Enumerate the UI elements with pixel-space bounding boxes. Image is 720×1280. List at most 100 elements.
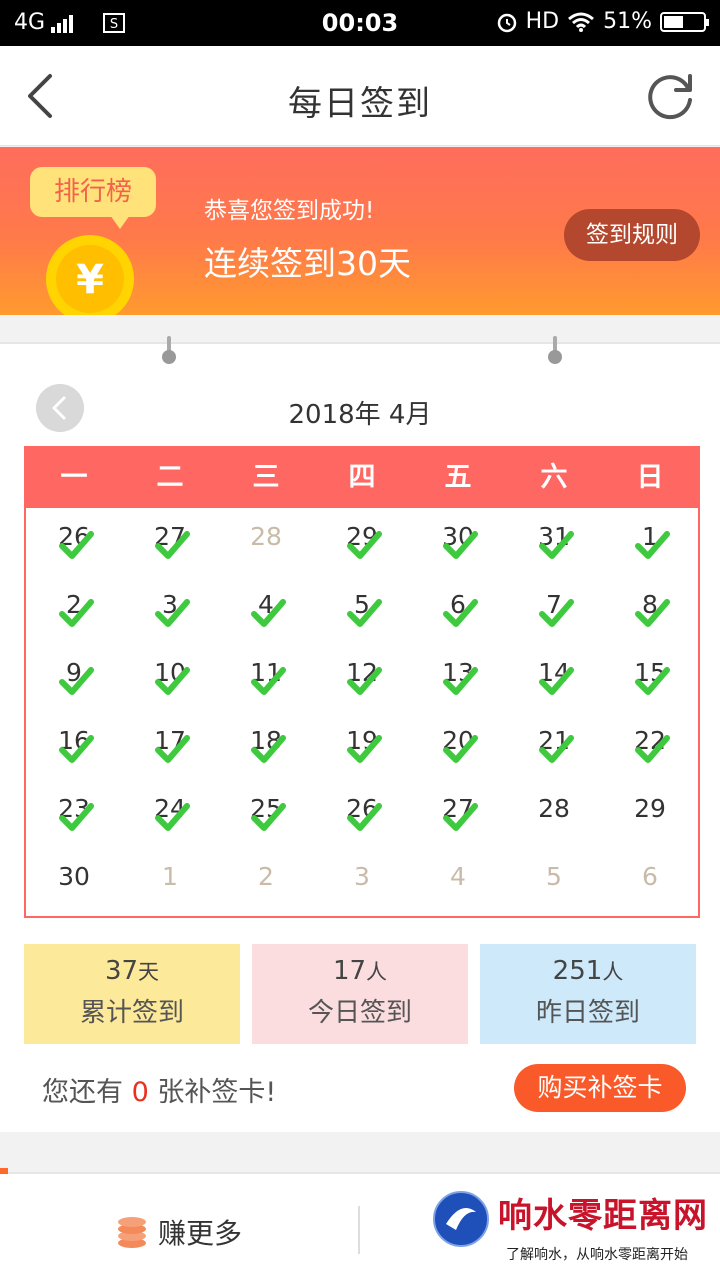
calendar-day[interactable]: 29 bbox=[602, 780, 698, 848]
calendar-day[interactable]: 21 bbox=[506, 712, 602, 780]
stat-yesterday: 251人 昨日签到 bbox=[480, 944, 696, 1044]
watermark-subtitle: 了解响水，从响水零距离开始 bbox=[506, 1247, 688, 1263]
calendar-card: 2018年 4月 一 二 三 四 五 六 日 26 27 28 29 30 31 1 2 3 4 5… bbox=[0, 336, 720, 1132]
weekday-label: 二 bbox=[156, 462, 184, 493]
day-number: 28 bbox=[538, 794, 570, 823]
makeup-prefix: 您还有 bbox=[42, 1077, 123, 1108]
day-number: 1 bbox=[162, 862, 178, 891]
calendar-day[interactable]: 6 bbox=[410, 576, 506, 644]
checkmark-icon bbox=[443, 803, 478, 831]
day-number: 28 bbox=[250, 522, 282, 551]
calendar-day[interactable]: 19 bbox=[314, 712, 410, 780]
checkmark-icon bbox=[59, 599, 94, 627]
calendar-day[interactable]: 20 bbox=[410, 712, 506, 780]
tab-accent bbox=[0, 1168, 8, 1174]
checkmark-icon bbox=[155, 735, 190, 763]
wifi-icon bbox=[568, 12, 595, 32]
checkmark-icon bbox=[539, 599, 574, 627]
calendar-day[interactable]: 11 bbox=[218, 644, 314, 712]
calendar-day[interactable]: 2 bbox=[218, 848, 314, 916]
refresh-icon[interactable] bbox=[644, 70, 696, 122]
weekday-header: 一 二 三 四 五 六 日 bbox=[26, 448, 698, 508]
calendar-day[interactable]: 27 bbox=[410, 780, 506, 848]
calendar-day[interactable]: 5 bbox=[506, 848, 602, 916]
calendar-day[interactable]: 17 bbox=[122, 712, 218, 780]
calendar-day[interactable]: 4 bbox=[218, 576, 314, 644]
checkmark-icon bbox=[443, 531, 478, 559]
success-message: 恭喜您签到成功! bbox=[204, 198, 375, 224]
title-bar: 每日签到 bbox=[0, 46, 720, 146]
stat-today-value: 17 bbox=[332, 956, 367, 986]
checkmark-icon bbox=[251, 735, 286, 763]
calendar-day[interactable]: 15 bbox=[602, 644, 698, 712]
watermark-title: 响水零距离网 bbox=[498, 1196, 708, 1236]
calendar-day[interactable]: 6 bbox=[602, 848, 698, 916]
calendar-day[interactable]: 24 bbox=[122, 780, 218, 848]
weekday-label: 一 bbox=[60, 462, 88, 493]
calendar-day[interactable]: 10 bbox=[122, 644, 218, 712]
calendar-day[interactable]: 22 bbox=[602, 712, 698, 780]
buy-makeup-card-button[interactable]: 购买补签卡 bbox=[514, 1064, 686, 1112]
day-number: 2 bbox=[258, 862, 274, 891]
calendar-day[interactable]: 1 bbox=[602, 508, 698, 576]
calendar-day[interactable]: 28 bbox=[218, 508, 314, 576]
page: 4G S 00:03 HD 51% 每日签到 排行榜 ¥ 恭喜您签到成功! 连续… bbox=[0, 0, 720, 1280]
checkmark-icon bbox=[539, 531, 574, 559]
makeup-suffix: 张补签卡! bbox=[157, 1077, 277, 1108]
weekday-label: 三 bbox=[252, 462, 280, 493]
calendar-day[interactable]: 13 bbox=[410, 644, 506, 712]
divider bbox=[358, 1206, 360, 1254]
stat-total-label: 累计签到 bbox=[79, 998, 184, 1028]
calendar-day[interactable]: 30 bbox=[26, 848, 122, 916]
streak-text: 连续签到30天 bbox=[204, 244, 411, 283]
calendar-day[interactable]: 23 bbox=[26, 780, 122, 848]
checkmark-icon bbox=[155, 667, 190, 695]
stat-today-label: 今日签到 bbox=[307, 998, 412, 1028]
rules-button[interactable]: 签到规则 bbox=[564, 209, 700, 261]
calendar-day[interactable]: 14 bbox=[506, 644, 602, 712]
checkmark-icon bbox=[635, 531, 670, 559]
checkmark-icon bbox=[347, 531, 382, 559]
coin-icon: ¥ bbox=[46, 235, 134, 315]
calendar-day[interactable]: 30 bbox=[410, 508, 506, 576]
checkmark-icon bbox=[443, 667, 478, 695]
calendar-day[interactable]: 3 bbox=[314, 848, 410, 916]
calendar-day[interactable]: 4 bbox=[410, 848, 506, 916]
calendar-day[interactable]: 18 bbox=[218, 712, 314, 780]
stat-total-unit: 天 bbox=[138, 960, 160, 984]
day-number: 29 bbox=[634, 794, 666, 823]
coin-symbol: ¥ bbox=[76, 257, 104, 303]
calendar-day[interactable]: 25 bbox=[218, 780, 314, 848]
leaderboard-button[interactable]: 排行榜 bbox=[30, 167, 156, 229]
calendar-day[interactable]: 26 bbox=[314, 780, 410, 848]
calendar-day[interactable]: 1 bbox=[122, 848, 218, 916]
weekday-label: 五 bbox=[444, 462, 472, 493]
earn-more-button[interactable]: 赚更多 bbox=[114, 1212, 242, 1252]
calendar-day[interactable]: 27 bbox=[122, 508, 218, 576]
pin-left-icon bbox=[162, 336, 176, 366]
calendar-day[interactable]: 28 bbox=[506, 780, 602, 848]
calendar-day[interactable]: 2 bbox=[26, 576, 122, 644]
calendar-day[interactable]: 3 bbox=[122, 576, 218, 644]
calendar-day[interactable]: 5 bbox=[314, 576, 410, 644]
calendar-day[interactable]: 12 bbox=[314, 644, 410, 712]
calendar-day[interactable]: 7 bbox=[506, 576, 602, 644]
stat-total: 37天 累计签到 bbox=[24, 944, 240, 1044]
day-number: 30 bbox=[58, 862, 90, 891]
day-number: 6 bbox=[642, 862, 658, 891]
day-number: 4 bbox=[450, 862, 466, 891]
bottom-bar: 赚更多 响水零距离网 了解响水，从响水零距离开始 bbox=[0, 1168, 720, 1280]
checkmark-icon bbox=[251, 667, 286, 695]
battery-fill bbox=[664, 15, 683, 28]
calendar-day[interactable]: 29 bbox=[314, 508, 410, 576]
calendar-day[interactable]: 26 bbox=[26, 508, 122, 576]
makeup-count: 0 bbox=[131, 1077, 149, 1108]
calendar-day[interactable]: 8 bbox=[602, 576, 698, 644]
checkmark-icon bbox=[59, 803, 94, 831]
checkin-banner: 排行榜 ¥ 恭喜您签到成功! 连续签到30天 签到规则 bbox=[0, 147, 720, 315]
status-bar: 4G S 00:03 HD 51% bbox=[0, 0, 720, 46]
checkmark-icon bbox=[59, 531, 94, 559]
calendar-day[interactable]: 31 bbox=[506, 508, 602, 576]
calendar-day[interactable]: 16 bbox=[26, 712, 122, 780]
calendar-day[interactable]: 9 bbox=[26, 644, 122, 712]
